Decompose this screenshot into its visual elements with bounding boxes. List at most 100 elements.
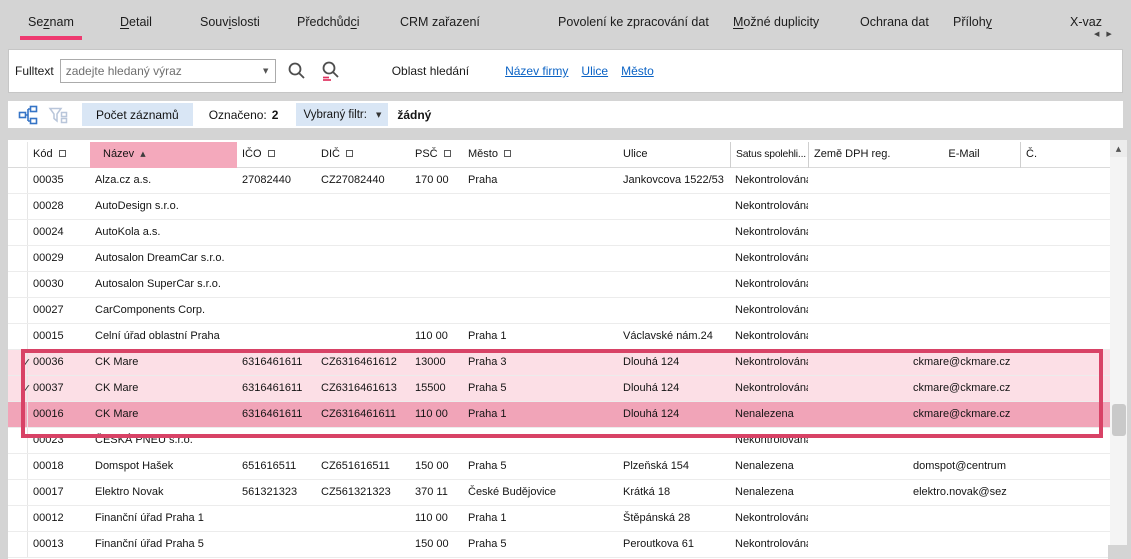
table-row[interactable]: 00035 Alza.cz a.s. 27082440 CZ27082440 1… (8, 168, 1110, 194)
table-row[interactable]: 00023 ČESKÁ PNEU s.r.o. Nekontrolována (8, 428, 1110, 454)
row-select-indicator[interactable] (8, 272, 28, 297)
scrollbar-thumb[interactable] (1112, 404, 1126, 436)
row-select-indicator[interactable] (8, 532, 28, 557)
filter-box-icon[interactable] (268, 150, 275, 157)
filter-icon[interactable] (48, 105, 68, 125)
table-body: 00035 Alza.cz a.s. 27082440 CZ27082440 1… (8, 168, 1110, 558)
tab-scroll-right-icon[interactable]: ▶ (1106, 30, 1111, 38)
cell-c (1020, 220, 1108, 245)
tab-prilohy[interactable]: Přílohy (945, 0, 1000, 44)
cell-nazev: CK Mare (90, 350, 237, 375)
combo-dropdown-button[interactable]: ▼ (257, 60, 275, 82)
row-select-indicator[interactable]: ✓ (8, 376, 28, 401)
cell-c (1020, 506, 1108, 531)
column-label: Č. (1026, 148, 1037, 160)
cell-zeme (808, 454, 908, 479)
cell-email: ckmare@ckmare.cz (908, 376, 1020, 401)
table-row[interactable]: 00015 Celní úřad oblastní Praha 110 00 P… (8, 324, 1110, 350)
table-row[interactable]: 00012 Finanční úřad Praha 1 110 00 Praha… (8, 506, 1110, 532)
column-header-status[interactable]: Satus spolehli... (730, 142, 808, 168)
tab-predchudci[interactable]: Předchůdci (289, 0, 368, 44)
cell-email (908, 194, 1020, 219)
tab-povoleni[interactable]: Povolení ke zpracování dat (550, 0, 717, 44)
column-header-nazev[interactable]: Název▲ (90, 142, 237, 168)
column-header-mesto[interactable]: Město (463, 142, 618, 168)
fulltext-input[interactable] (61, 60, 257, 82)
column-header-zeme[interactable]: Země DPH reg. (808, 142, 908, 168)
table-row[interactable]: 00024 AutoKola a.s. Nekontrolována (8, 220, 1110, 246)
cell-ico: 6316461611 (237, 376, 316, 401)
row-select-indicator[interactable] (8, 220, 28, 245)
tab-label: Předchůd (297, 15, 351, 29)
tab-label: i (357, 15, 360, 29)
table-row[interactable]: 00028 AutoDesign s.r.o. Nekontrolována (8, 194, 1110, 220)
filter-select[interactable]: Vybraný filtr: ▼ (296, 103, 388, 126)
column-header-kod[interactable]: Kód (28, 142, 90, 168)
search-icon[interactable] (286, 60, 308, 82)
cell-mesto: Praha 5 (463, 454, 618, 479)
row-select-indicator[interactable] (8, 428, 28, 453)
table-row[interactable]: 00018 Domspot Hašek 651616511 CZ65161651… (8, 454, 1110, 480)
column-header-psc[interactable]: PSČ (410, 142, 463, 168)
table-row[interactable]: 00029 Autosalon DreamCar s.r.o. Nekontro… (8, 246, 1110, 272)
cell-psc: 13000 (410, 350, 463, 375)
table-row[interactable]: 00017 Elektro Novak 561321323 CZ56132132… (8, 480, 1110, 506)
search-area-link-1[interactable]: Název firmy (505, 64, 568, 78)
filter-box-icon[interactable] (444, 150, 451, 157)
table-row[interactable]: 00030 Autosalon SuperCar s.r.o. Nekontro… (8, 272, 1110, 298)
table-row[interactable]: 00027 CarComponents Corp. Nekontrolována (8, 298, 1110, 324)
filter-box-icon[interactable] (59, 150, 66, 157)
cell-mesto (463, 194, 618, 219)
tab-label: Povolení ke zpracování dat (558, 15, 709, 29)
tab-seznam[interactable]: Seznam (20, 0, 82, 44)
row-select-indicator[interactable]: ✓ (8, 350, 28, 375)
row-select-indicator[interactable] (8, 298, 28, 323)
cell-kod: 00017 (28, 480, 90, 505)
row-select-indicator[interactable] (8, 324, 28, 349)
fulltext-search-icon[interactable] (320, 60, 342, 82)
table-row[interactable]: 00016 CK Mare 6316461611 CZ6316461611 11… (8, 402, 1110, 428)
column-header-dic[interactable]: DIČ (316, 142, 410, 168)
tab-ochrana-dat[interactable]: Ochrana dat (852, 0, 937, 44)
column-label: DIČ (321, 148, 340, 160)
tab-scroll-left-icon[interactable]: ◀ (1094, 30, 1099, 38)
row-select-indicator[interactable] (8, 246, 28, 271)
column-label: Město (468, 148, 498, 160)
tab-label: Příloh (953, 15, 986, 29)
column-label: Ulice (623, 148, 647, 160)
column-label: IČO (242, 148, 262, 160)
cell-ulice: Dlouhá 124 (618, 350, 730, 375)
table-row[interactable]: 00013 Finanční úřad Praha 5 150 00 Praha… (8, 532, 1110, 558)
filter-box-icon[interactable] (346, 150, 353, 157)
tab-souvislosti[interactable]: Souvislosti (192, 0, 268, 44)
search-area-link-3[interactable]: Město (621, 64, 654, 78)
row-select-indicator[interactable] (8, 506, 28, 531)
cell-status: Nekontrolována (730, 298, 808, 323)
row-select-indicator[interactable] (8, 454, 28, 479)
row-select-indicator[interactable] (8, 194, 28, 219)
toolbar: Počet záznamů Označeno: 2 Vybraný filtr:… (8, 101, 1123, 128)
tab-detail[interactable]: Detail (112, 0, 160, 44)
column-header-email[interactable]: E-Mail (908, 142, 1020, 168)
row-select-indicator[interactable] (8, 402, 28, 427)
cell-dic (316, 220, 410, 245)
vertical-scrollbar[interactable]: ▲ (1110, 140, 1127, 545)
cell-mesto: Praha 5 (463, 376, 618, 401)
record-count-button[interactable]: Počet záznamů (82, 103, 193, 126)
cell-psc (410, 246, 463, 271)
table-row[interactable]: ✓ 00036 CK Mare 6316461611 CZ6316461612 … (8, 350, 1110, 376)
column-header-c[interactable]: Č. (1020, 142, 1108, 168)
column-header-ulice[interactable]: Ulice (618, 142, 730, 168)
scroll-up-button[interactable]: ▲ (1110, 140, 1127, 157)
filter-box-icon[interactable] (504, 150, 511, 157)
tree-view-icon[interactable] (18, 105, 38, 125)
table-row[interactable]: ✓ 00037 CK Mare 6316461611 CZ6316461613 … (8, 376, 1110, 402)
row-select-indicator[interactable] (8, 168, 28, 193)
row-select-indicator[interactable] (8, 480, 28, 505)
tab-crm-zarazeni[interactable]: CRM zařazení (392, 0, 488, 44)
column-header-ico[interactable]: IČO (237, 142, 316, 168)
cell-ulice (618, 428, 730, 453)
tab-mozne-duplicity[interactable]: Možné duplicity (725, 0, 827, 44)
column-label: Země DPH reg. (814, 148, 890, 160)
search-area-link-2[interactable]: Ulice (581, 64, 608, 78)
